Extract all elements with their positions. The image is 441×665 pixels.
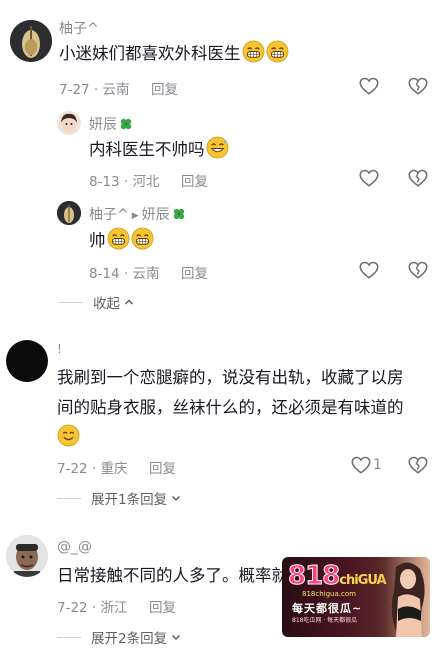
reply-text-content: 帅 bbox=[89, 231, 106, 250]
meta-dot: · bbox=[89, 82, 103, 98]
comment-location: 浙江 bbox=[100, 600, 128, 616]
comment-meta: 7-22 · 重庆 bbox=[57, 457, 128, 477]
comment-meta: 7-27 · 云南 bbox=[59, 78, 130, 98]
reply-button[interactable]: 回复 bbox=[149, 457, 176, 477]
comment-text: 小迷妹们都喜欢外科医生 bbox=[59, 40, 289, 68]
reply-username[interactable]: 妍辰 bbox=[89, 114, 133, 134]
meta-dot: · bbox=[119, 266, 133, 282]
collapse-label: 收起 bbox=[93, 296, 120, 312]
avatar[interactable] bbox=[57, 111, 81, 135]
avatar-image bbox=[10, 20, 52, 62]
grinning-emoji-icon bbox=[266, 40, 289, 63]
reply-location: 河北 bbox=[132, 174, 160, 190]
reply-meta: 8-14 · 云南 bbox=[89, 262, 160, 282]
avatar[interactable] bbox=[57, 201, 81, 225]
expand-replies-button[interactable]: 展开1条回复 bbox=[57, 488, 182, 508]
avatar-image bbox=[57, 111, 81, 135]
comment-username[interactable]: @_@ bbox=[57, 539, 92, 555]
reply-text: 内科医生不帅吗 bbox=[89, 136, 229, 164]
comment-text-line-2: 间的贴身衣服，丝袜什么的，还必须是有味道的 bbox=[57, 398, 404, 417]
reply-date: 8-13 bbox=[89, 174, 120, 190]
reply-button[interactable]: 回复 bbox=[151, 78, 178, 98]
smiling-emoji-icon bbox=[57, 424, 80, 447]
reply-meta: 8-13 · 河北 bbox=[89, 170, 160, 190]
reply-text-content: 内科医生不帅吗 bbox=[89, 140, 205, 159]
chevron-up-icon bbox=[124, 299, 134, 305]
reply-button[interactable]: 回复 bbox=[181, 170, 208, 190]
grinning-emoji-icon bbox=[107, 227, 130, 250]
comment-location: 重庆 bbox=[100, 461, 128, 477]
clover-icon bbox=[119, 117, 133, 131]
heart-outline-icon[interactable] bbox=[358, 167, 380, 189]
chevron-down-icon bbox=[172, 634, 181, 641]
reply-button[interactable]: 回复 bbox=[149, 596, 176, 616]
divider bbox=[59, 301, 83, 303]
reply-username-text: 妍辰 bbox=[89, 117, 117, 133]
avatar-image bbox=[6, 535, 48, 577]
comment-date: 7-22 bbox=[57, 600, 88, 616]
watermark-url: 818chigua.com bbox=[302, 590, 356, 598]
comment-username[interactable]: 柚子^ bbox=[59, 18, 99, 38]
divider bbox=[57, 497, 81, 499]
reply-username-text: 柚子^ bbox=[89, 207, 129, 223]
reply-username[interactable]: 柚子^ ▶ 妍辰 bbox=[89, 204, 186, 224]
heart-outline-icon[interactable] bbox=[350, 454, 372, 476]
meta-dot: · bbox=[119, 174, 133, 190]
comment-text-content: 小迷妹们都喜欢外科医生 bbox=[59, 44, 241, 63]
watermark-subtitle: 818吃瓜网 · 每天都很瓜 bbox=[292, 617, 358, 624]
expand-label: 展开1条回复 bbox=[91, 492, 168, 508]
avatar[interactable] bbox=[10, 20, 52, 62]
meta-dot: · bbox=[87, 600, 101, 616]
like-count: 1 bbox=[373, 457, 382, 473]
heart-outline-icon[interactable] bbox=[358, 259, 380, 281]
broken-heart-icon[interactable] bbox=[407, 259, 429, 281]
expand-replies-button[interactable]: 展开2条回复 bbox=[57, 627, 182, 647]
expand-label: 展开2条回复 bbox=[91, 631, 168, 647]
reply-arrow-icon: ▶ bbox=[131, 211, 139, 221]
collapse-replies-button[interactable]: 收起 bbox=[59, 292, 135, 312]
reply-to-username: 妍辰 bbox=[141, 207, 170, 223]
grinning-emoji-icon bbox=[242, 40, 265, 63]
watermark-slogan: 每天都很瓜~ bbox=[292, 602, 363, 615]
comment-meta: 7-22 · 浙江 bbox=[57, 596, 128, 616]
chevron-down-icon bbox=[172, 495, 181, 502]
watermark-logo-number: 818 bbox=[287, 561, 340, 592]
avatar[interactable] bbox=[6, 340, 48, 382]
watermark-figure bbox=[378, 557, 430, 637]
avatar[interactable] bbox=[6, 535, 48, 577]
broken-heart-icon[interactable] bbox=[407, 454, 429, 476]
comment-location: 云南 bbox=[102, 82, 130, 98]
reply-date: 8-14 bbox=[89, 266, 120, 282]
reply-location: 云南 bbox=[132, 266, 160, 282]
watermark-banner: 818chiGUA 818chigua.com 每天都很瓜~ 818吃瓜网 · … bbox=[282, 557, 430, 637]
divider bbox=[57, 636, 81, 638]
reply-button[interactable]: 回复 bbox=[181, 262, 208, 282]
grinning-emoji-icon bbox=[131, 227, 154, 250]
comment-text-line-3 bbox=[57, 424, 80, 452]
comment-username[interactable]: ! bbox=[57, 342, 62, 356]
broken-heart-icon[interactable] bbox=[407, 75, 429, 97]
comment-date: 7-27 bbox=[59, 82, 90, 98]
comment-text-line-1: 我刷到一个恋腿癖的，说没有出轨，收藏了以房 bbox=[57, 368, 404, 387]
grinning-sweat-emoji-icon bbox=[206, 136, 229, 159]
broken-heart-icon[interactable] bbox=[407, 167, 429, 189]
heart-outline-icon[interactable] bbox=[358, 75, 380, 97]
meta-dot: · bbox=[87, 461, 101, 477]
avatar-image bbox=[57, 201, 81, 225]
reply-text: 帅 bbox=[89, 227, 154, 255]
comment-text: 日常接触不同的人多了。概率就 bbox=[57, 566, 288, 585]
clover-icon bbox=[172, 207, 186, 221]
comment-date: 7-22 bbox=[57, 461, 88, 477]
